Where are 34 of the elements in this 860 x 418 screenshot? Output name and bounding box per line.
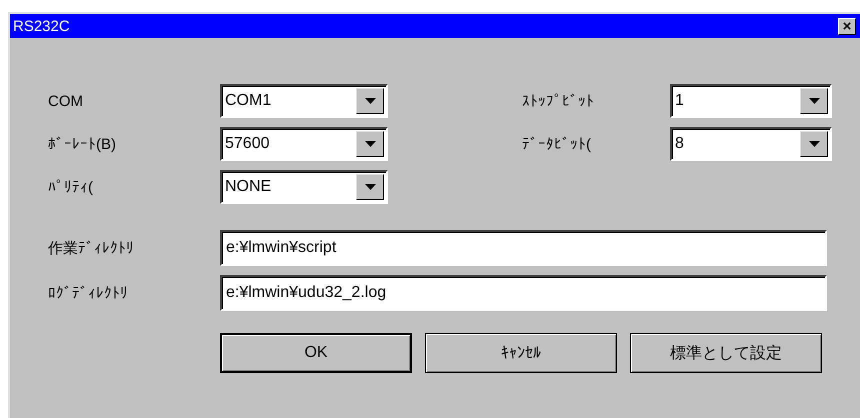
input-field[interactable]: e:¥lmwin¥udu32_2.log — [220, 275, 827, 311]
dropdown-button[interactable] — [356, 131, 384, 157]
caret-icon — [808, 141, 820, 147]
caret-icon — [808, 98, 820, 104]
field-label: COM — [48, 92, 84, 110]
field-label: ｽﾄｯﾌﾟﾋﾞｯﾄ — [522, 92, 595, 110]
dialog-button[interactable]: ｷｬﾝｾﾙ — [425, 333, 617, 373]
dropdown-value: 57600 — [224, 134, 270, 154]
dropdown-button[interactable] — [800, 131, 828, 157]
input-field[interactable]: e:¥lmwin¥script — [220, 230, 827, 266]
dropdown[interactable]: 57600 — [220, 127, 388, 161]
dropdown[interactable]: NONE — [220, 170, 388, 204]
dropdown-value: NONE — [224, 177, 272, 197]
dropdown-button[interactable] — [356, 174, 384, 200]
dialog-button[interactable]: OK — [220, 333, 412, 373]
field-label: ﾊﾟﾘﾃｨ( — [48, 178, 94, 196]
dropdown[interactable]: COM1 — [220, 84, 388, 118]
dropdown-value: COM1 — [224, 91, 272, 111]
field-label: ﾃﾞｰﾀﾋﾞｯﾄ( — [522, 136, 592, 152]
caret-icon — [364, 141, 376, 147]
dropdown-value: 8 — [674, 134, 685, 154]
dialog-button[interactable]: 標準として設定 — [630, 333, 822, 373]
window-title: RS232C — [13, 18, 70, 34]
field-label: ﾛｸﾞﾃﾞｨﾚｸﾄﾘ — [48, 284, 129, 302]
caret-icon — [364, 98, 376, 104]
dropdown-button[interactable] — [356, 88, 384, 114]
field-label: ﾎﾞｰﾚｰﾄ(B) — [48, 136, 117, 152]
dropdown[interactable]: 1 — [670, 84, 832, 118]
close-button[interactable]: × — [838, 18, 856, 34]
field-label: 作業ﾃﾞｨﾚｸﾄﾘ — [48, 238, 135, 258]
dropdown[interactable]: 8 — [670, 127, 832, 161]
dropdown-value: 1 — [674, 91, 685, 111]
dropdown-button[interactable] — [800, 88, 828, 114]
caret-icon — [364, 184, 376, 190]
